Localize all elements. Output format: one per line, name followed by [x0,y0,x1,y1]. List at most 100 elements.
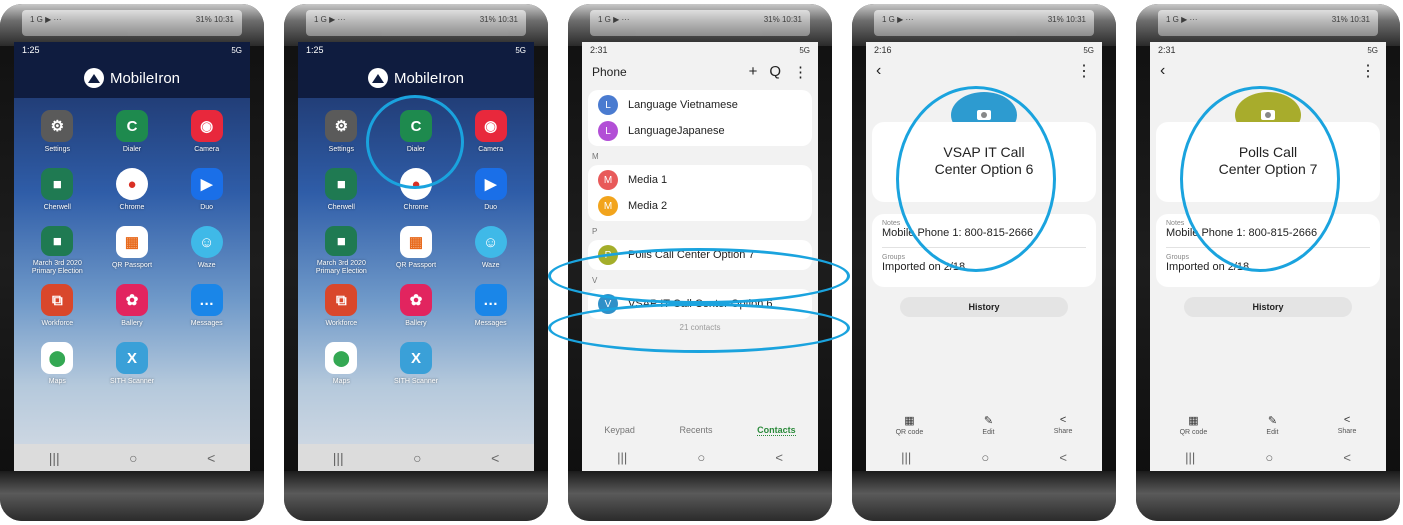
app-camera[interactable]: ◉ Camera [453,110,528,160]
share-button[interactable]: < Share [1338,414,1357,436]
app-messages[interactable]: … Messages [453,284,528,334]
messages-icon: … [474,284,507,316]
app-sith-scanner[interactable]: X SITH Scanner [95,342,170,392]
header-title: MobileIron [393,69,465,87]
contact-detail-screen: 2:31 5G ‹ ⋮ Polls Call Center Option 7 N… [1150,42,1386,472]
detail-header: ‹ ⋮ [1150,58,1386,84]
recents-nav-button[interactable]: ||| [333,450,344,466]
app-chrome[interactable]: ● Chrome [379,168,454,218]
tab-recents[interactable]: Recents [679,425,712,436]
home-screen: 1:25 5G MobileIron ⚙ Settings C Dialer ◉ Ca… [298,42,534,472]
scanner-icon: X [115,342,148,374]
contacts-group-l: L Language Vietnamese L LanguageJapanese [588,90,812,146]
avatar: V [598,294,618,314]
briefcase-icon: ■ [325,226,358,256]
list-item[interactable]: L LanguageJapanese [588,118,812,144]
history-button[interactable]: History [1184,297,1352,317]
back-arrow-icon[interactable]: ‹ [1160,62,1165,80]
contact-name: Media 1 [628,174,668,186]
home-nav-button[interactable]: ○ [1265,450,1273,465]
camera-icon: ◉ [190,110,223,142]
back-nav-button[interactable]: < [207,450,215,466]
app-duo[interactable]: ▶ Duo [453,168,528,218]
workforce-icon: ⧉ [325,284,358,316]
share-icon: < [1059,414,1067,426]
app-waze[interactable]: ☺ Waze [453,226,528,276]
notes-value: Mobile Phone 1: 800-815-2666 [1166,227,1318,239]
edit-button[interactable]: ✎ Edit [1266,414,1278,436]
status-time: 2:16 [874,45,892,55]
mobileiron-logo-icon [83,68,104,88]
list-item[interactable]: M Media 1 [588,167,812,193]
recents-nav-button[interactable]: ||| [49,450,60,466]
messages-icon: … [190,284,223,316]
app-dialer[interactable]: C Dialer [379,110,454,160]
history-button[interactable]: History [900,297,1068,317]
gear-icon: ⚙ [41,110,74,142]
app-cherwell[interactable]: ■ Cherwell [20,168,95,218]
app-ballery[interactable]: ✿ Ballery [379,284,454,334]
qr-code-button[interactable]: ▦ QR code [1180,414,1208,436]
list-item[interactable]: P Polls Call Center Option 7 [588,242,812,268]
recents-nav-button[interactable]: ||| [901,450,911,465]
app-messages[interactable]: … Messages [169,284,244,334]
qr-code-button[interactable]: ▦ QR code [896,414,924,436]
app-settings[interactable]: ⚙ Settings [20,110,95,160]
outer-status-bar: 1 G ▶ ··· 31% 10:31 [874,10,1094,36]
app-ballery[interactable]: ✿ Ballery [95,284,170,334]
tab-keypad[interactable]: Keypad [604,425,635,436]
list-item[interactable]: M Media 2 [588,193,812,219]
notes-label: Notes [1166,220,1185,227]
app-election[interactable]: ■ March 3rd 2020 Primary Election [20,226,95,276]
app-election[interactable]: ■ March 3rd 2020 Primary Election [304,226,379,276]
app-chrome[interactable]: ● Chrome [95,168,170,218]
app-waze[interactable]: ☺ Waze [169,226,244,276]
edit-button[interactable]: ✎ Edit [982,414,994,436]
groups-value[interactable]: Imported on 2/18 [1166,261,1370,273]
back-arrow-icon[interactable]: ‹ [876,62,881,80]
status-time: 2:31 [1158,45,1176,55]
app-workforce[interactable]: ⧉ Workforce [20,284,95,334]
home-nav-button[interactable]: ○ [129,450,137,466]
app-sith-scanner[interactable]: X SITH Scanner [379,342,454,392]
add-icon[interactable]: + [749,63,758,81]
app-duo[interactable]: ▶ Duo [169,168,244,218]
home-nav-button[interactable]: ○ [413,450,421,466]
back-nav-button[interactable]: < [1343,450,1351,465]
workforce-icon: ⧉ [41,284,74,316]
nav-bar: ||| ○ < [1150,442,1386,472]
list-item[interactable]: V VSAP IT Call Center Option 6 [588,291,812,317]
status-signal: 5G [231,45,242,55]
app-dialer[interactable]: C Dialer [95,110,170,160]
groups-value[interactable]: Imported on 2/18 [882,261,1086,273]
mobileiron-header: MobileIron [14,58,250,98]
share-icon: < [1343,414,1351,426]
list-item[interactable]: L Language Vietnamese [588,92,812,118]
mobileiron-header: MobileIron [298,58,534,98]
back-nav-button[interactable]: < [1059,450,1067,465]
home-nav-button[interactable]: ○ [981,450,989,465]
app-qr-passport[interactable]: ▦ QR Passport [95,226,170,276]
app-maps[interactable]: ⬤ Maps [20,342,95,392]
app-camera[interactable]: ◉ Camera [169,110,244,160]
back-nav-button[interactable]: < [775,450,783,465]
search-icon[interactable]: Q [769,63,781,81]
status-bar: 2:16 5G [866,42,1102,58]
app-qr-passport[interactable]: ▦ QR Passport [379,226,454,276]
more-options-icon[interactable]: ⋮ [1360,61,1376,81]
tab-contacts[interactable]: Contacts [757,425,796,436]
camera-icon [977,110,991,120]
app-workforce[interactable]: ⧉ Workforce [304,284,379,334]
more-options-icon[interactable]: ⋮ [1076,61,1092,81]
more-options-icon[interactable]: ⋮ [793,63,808,81]
app-maps[interactable]: ⬤ Maps [304,342,379,392]
contact-name-line1: Polls Call [1238,144,1298,160]
app-cherwell[interactable]: ■ Cherwell [304,168,379,218]
app-settings[interactable]: ⚙ Settings [304,110,379,160]
recents-nav-button[interactable]: ||| [1185,450,1195,465]
share-button[interactable]: < Share [1054,414,1073,436]
recents-nav-button[interactable]: ||| [617,450,627,465]
home-nav-button[interactable]: ○ [697,450,705,465]
groups-label: Groups [882,254,905,261]
back-nav-button[interactable]: < [491,450,499,466]
